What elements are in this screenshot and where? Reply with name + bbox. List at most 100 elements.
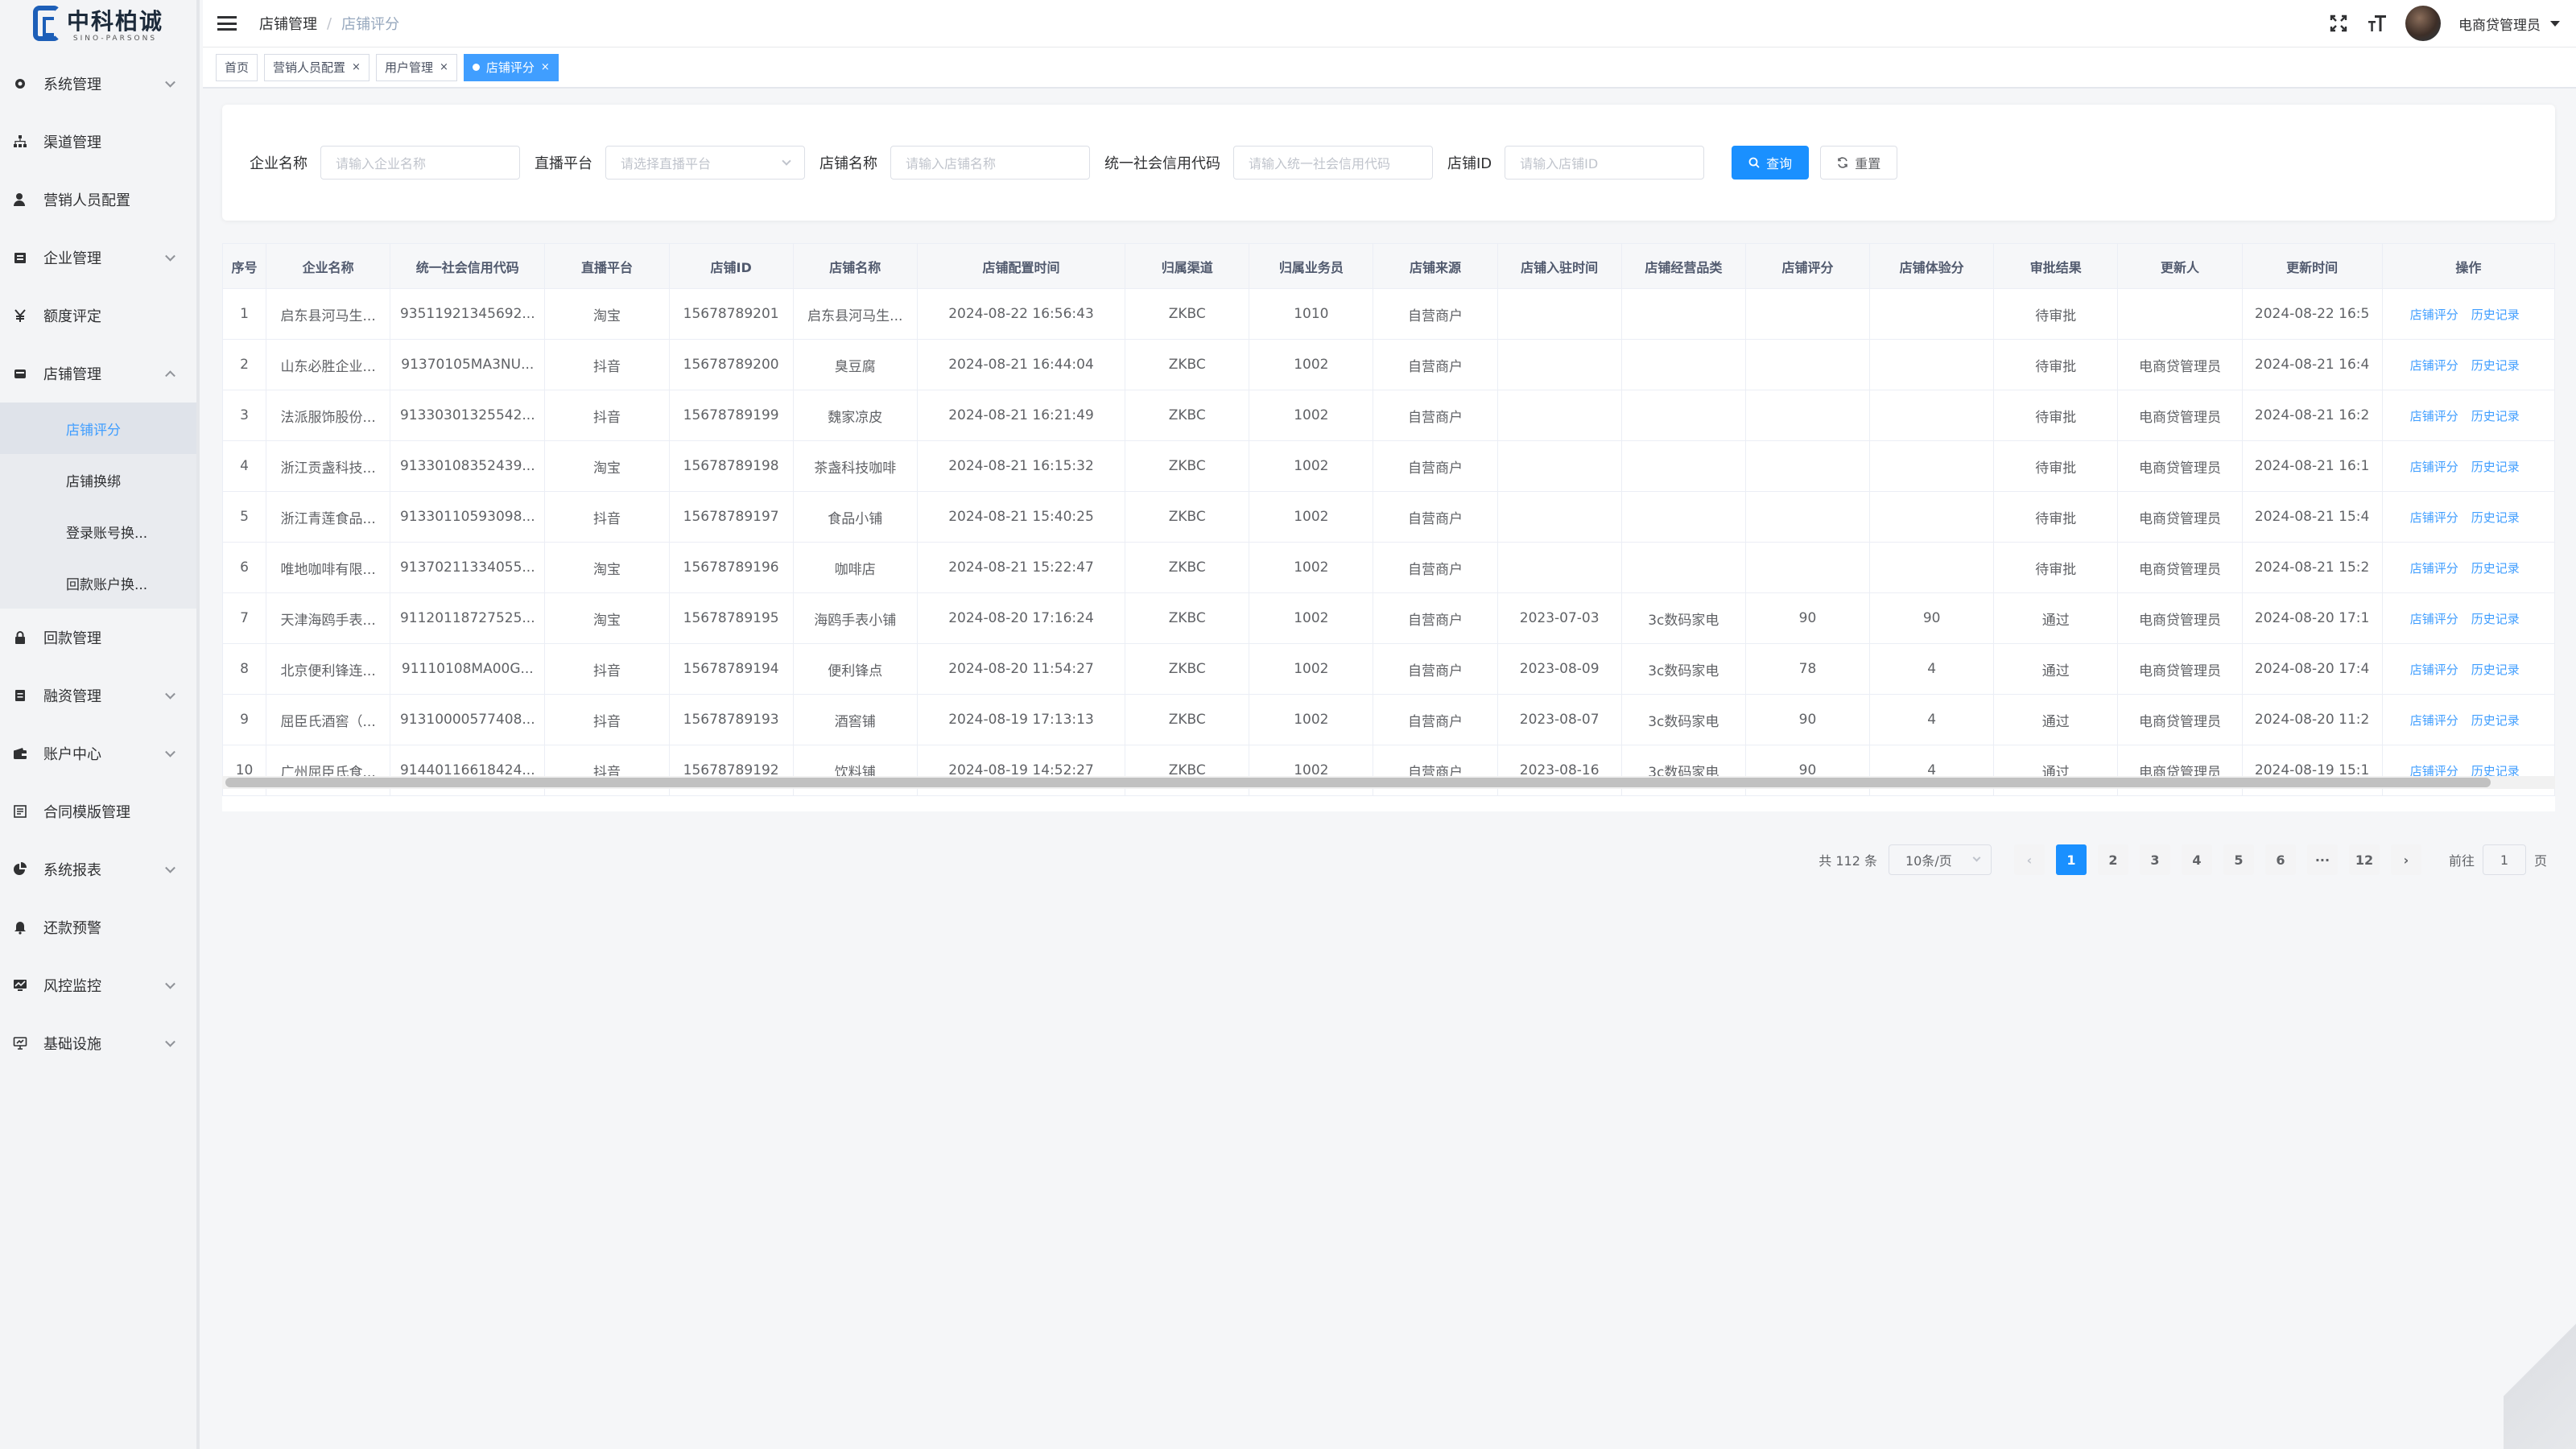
sidebar-item[interactable]: 系统报表 [0, 840, 196, 898]
pagination-total: 共 112 条 [1818, 853, 1877, 869]
goto-page-input[interactable]: 1 [2482, 844, 2526, 875]
query-button-label: 查询 [1766, 156, 1793, 171]
shop-score-link[interactable]: 店铺评分 [2410, 561, 2458, 576]
user-icon [13, 192, 27, 207]
tag-label: 首页 [225, 60, 250, 75]
sidebar-item-label: 账户中心 [43, 746, 101, 763]
credit-code-input[interactable]: 请输入统一社会信用代码 [1233, 146, 1433, 180]
page-jumper: 前往 1 页 [2449, 844, 2547, 875]
page-size-select[interactable]: 10条/页 [1888, 844, 1992, 875]
avatar[interactable] [2405, 6, 2441, 41]
sidebar-item[interactable]: 合同模版管理 [0, 782, 196, 840]
history-link[interactable]: 历史记录 [2471, 460, 2520, 474]
history-link[interactable]: 历史记录 [2471, 663, 2520, 677]
query-button[interactable]: 查询 [1732, 146, 1810, 180]
sidebar-item[interactable]: 风控监控 [0, 956, 196, 1014]
page-number[interactable]: 3 [2139, 844, 2170, 875]
page-number[interactable]: 4 [2181, 844, 2212, 875]
page-number[interactable]: 5 [2223, 844, 2254, 875]
platform-select[interactable]: 请选择直播平台 [605, 146, 805, 180]
history-link[interactable]: 历史记录 [2471, 409, 2520, 423]
more-pages-icon[interactable]: ··· [2306, 844, 2338, 875]
tag-item[interactable]: 营销人员配置 × [264, 53, 369, 81]
user-menu[interactable]: 电商贷管理员 [2458, 14, 2560, 34]
table-cell: 2024-08-20 17:1 [2241, 592, 2383, 644]
table-cell: 90 [1744, 694, 1871, 745]
top-header: 店铺管理 / 店铺评分 电商贷管理员 [203, 0, 2576, 47]
sidebar-item[interactable]: 回款管理 [0, 609, 196, 667]
sidebar-subitem[interactable]: 店铺换绑 [0, 454, 196, 506]
close-icon[interactable]: × [440, 61, 448, 73]
prev-page-button[interactable]: ‹ [2013, 844, 2045, 875]
shop-score-link[interactable]: 店铺评分 [2410, 612, 2458, 626]
reset-button[interactable]: 重置 [1820, 146, 1898, 180]
table-cell: 2 [222, 339, 267, 390]
shop-name-input[interactable]: 请输入店铺名称 [890, 146, 1090, 180]
table-row: 9 屈臣氏酒窖（... 91310000577408... 抖音 15678789193… [222, 694, 2555, 745]
history-link[interactable]: 历史记录 [2471, 510, 2520, 525]
sidebar-item[interactable]: 渠道管理 [0, 113, 196, 171]
page-number[interactable]: 2 [2097, 844, 2128, 875]
submenu-shop-management: 店铺评分 店铺换绑 登录账号换... 回款账户换... [0, 402, 196, 609]
sidebar-item[interactable]: 还款预警 [0, 898, 196, 956]
page-number[interactable]: 1 [2055, 844, 2087, 875]
table-cell: 电商贷管理员 [2117, 339, 2243, 390]
table-cell: 食品小铺 [792, 491, 918, 543]
tag-item[interactable]: 首页 [216, 53, 258, 81]
page-number[interactable]: 12 [2348, 844, 2380, 875]
shop-score-link[interactable]: 店铺评分 [2410, 510, 2458, 525]
next-page-button[interactable]: › [2390, 844, 2421, 875]
history-link[interactable]: 历史记录 [2471, 713, 2520, 728]
sidebar-item[interactable]: 营销人员配置 [0, 171, 196, 229]
sidebar-item[interactable]: 店铺管理 [0, 345, 196, 402]
shop-score-link[interactable]: 店铺评分 [2410, 358, 2458, 373]
form-item-shop-id: 店铺ID 请输入店铺ID [1447, 146, 1705, 180]
column-header: 更新时间 [2241, 243, 2383, 289]
tag-item[interactable]: 店铺评分 × [463, 53, 559, 81]
column-header: 店铺体验分 [1869, 243, 1995, 289]
page-number[interactable]: 6 [2264, 844, 2296, 875]
breadcrumb-item[interactable]: 店铺管理 [259, 13, 317, 34]
horizontal-scrollbar[interactable] [225, 778, 2491, 787]
table-cell: 山东必胜企业... [266, 339, 391, 390]
fullscreen-icon[interactable] [2328, 13, 2349, 34]
table-cell: 抖音 [544, 694, 670, 745]
sidebar-item[interactable]: 额度评定 [0, 287, 196, 345]
company-name-input[interactable]: 请输入企业名称 [320, 146, 520, 180]
table-cell: 2024-08-22 16:5 [2241, 288, 2383, 340]
history-link[interactable]: 历史记录 [2471, 308, 2520, 322]
close-icon[interactable]: × [541, 61, 550, 73]
shop-id-input[interactable]: 请输入店铺ID [1505, 146, 1705, 180]
sidebar-item[interactable]: 融资管理 [0, 667, 196, 724]
shop-score-link[interactable]: 店铺评分 [2410, 663, 2458, 677]
table-cell [1620, 288, 1746, 340]
platform-label: 直播平台 [535, 155, 592, 172]
table-cell [1496, 288, 1622, 340]
tag-item[interactable]: 用户管理 × [375, 53, 457, 81]
sidebar-subitem[interactable]: 回款账户换... [0, 557, 196, 609]
table-cell: 北京便利锋连... [266, 643, 391, 695]
sidebar-item[interactable]: 基础设施 [0, 1014, 196, 1072]
shop-score-link[interactable]: 店铺评分 [2410, 460, 2458, 474]
close-icon[interactable]: × [352, 61, 361, 73]
shop-score-link[interactable]: 店铺评分 [2410, 308, 2458, 322]
history-link[interactable]: 历史记录 [2471, 612, 2520, 626]
shop-score-link[interactable]: 店铺评分 [2410, 713, 2458, 728]
table-cell-actions: 店铺评分 历史记录 [2381, 390, 2555, 441]
sidebar-item[interactable]: 系统管理 [0, 55, 196, 113]
history-link[interactable]: 历史记录 [2471, 561, 2520, 576]
font-size-icon[interactable] [2367, 13, 2388, 34]
sidebar-item[interactable]: 企业管理 [0, 229, 196, 287]
sidebar-subitem[interactable]: 登录账号换... [0, 506, 196, 557]
table-cell: 电商贷管理员 [2117, 694, 2243, 745]
shop-score-link[interactable]: 店铺评分 [2410, 409, 2458, 423]
hamburger-menu-icon[interactable] [217, 16, 237, 31]
sidebar-item[interactable]: 账户中心 [0, 724, 196, 782]
table-cell: ZKBC [1125, 643, 1250, 695]
table-cell: 2024-08-21 15:22:47 [916, 542, 1126, 593]
history-link[interactable]: 历史记录 [2471, 358, 2520, 373]
table-cell: 91330110593098... [390, 491, 546, 543]
sidebar-subitem[interactable]: 店铺评分 [0, 402, 196, 454]
goto-prefix: 前往 [2448, 853, 2475, 869]
table-cell: 酒窖铺 [792, 694, 918, 745]
